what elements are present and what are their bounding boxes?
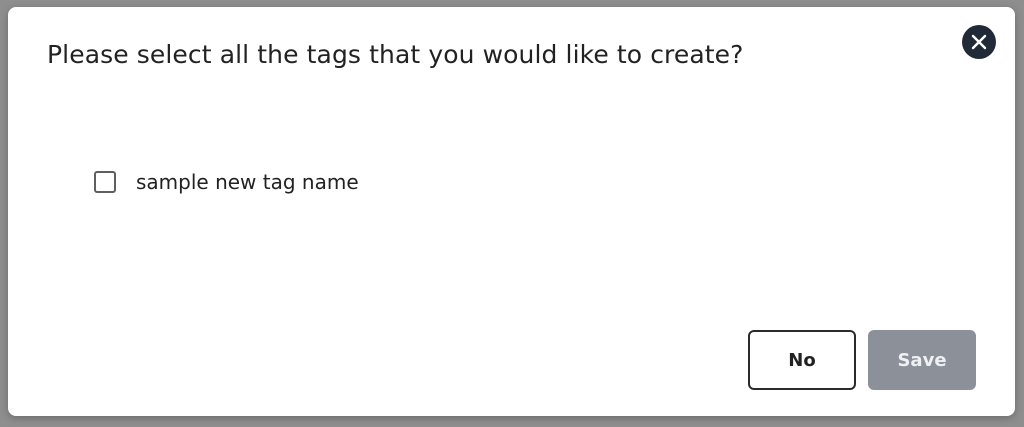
no-button[interactable]: No [748, 330, 856, 390]
tag-checkbox[interactable] [94, 171, 116, 193]
create-tags-dialog: Please select all the tags that you woul… [8, 7, 1015, 416]
tag-option-label: sample new tag name [136, 170, 359, 194]
tag-option-row[interactable]: sample new tag name [94, 169, 359, 195]
close-icon [971, 34, 987, 50]
save-button[interactable]: Save [868, 330, 976, 390]
close-button[interactable] [962, 25, 996, 59]
dialog-title: Please select all the tags that you woul… [47, 40, 744, 69]
